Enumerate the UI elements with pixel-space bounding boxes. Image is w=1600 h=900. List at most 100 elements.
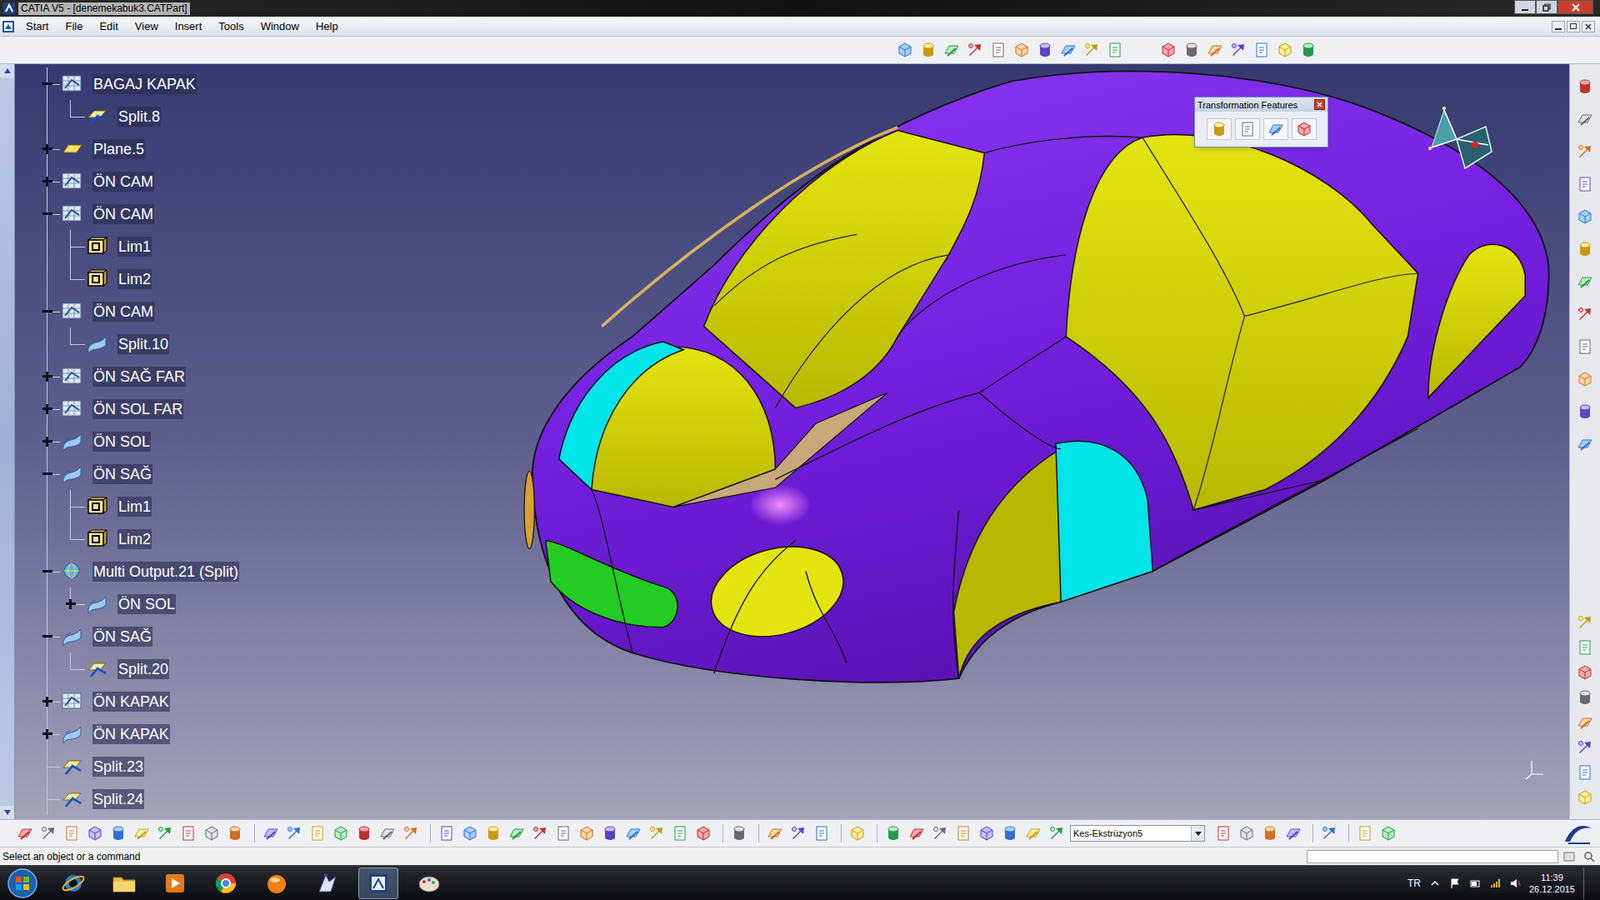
tool-icon[interactable] [953, 823, 974, 844]
taskbar-app[interactable] [53, 867, 94, 900]
menu-item[interactable]: Start [18, 18, 56, 35]
start-orb-icon[interactable] [6, 867, 39, 900]
volume-icon[interactable] [1509, 877, 1521, 890]
dropdown-arrow-icon[interactable] [1190, 825, 1205, 841]
tree-item[interactable]: ÖN SOL [15, 587, 1570, 620]
compass-icon[interactable] [1415, 101, 1499, 181]
tool-icon[interactable] [1046, 823, 1067, 844]
tool-icon[interactable] [155, 823, 175, 844]
surface-icon[interactable] [85, 333, 109, 355]
tool-icon[interactable] [1205, 40, 1225, 60]
tree-label[interactable]: Split.10 [117, 334, 170, 355]
network-icon[interactable] [1489, 877, 1501, 890]
tree-label[interactable]: ÖN SOL [92, 431, 151, 452]
tool-icon[interactable] [918, 40, 939, 60]
taskbar-app[interactable] [358, 867, 399, 900]
tool-icon[interactable] [1058, 40, 1079, 60]
tool-icon[interactable] [61, 823, 82, 844]
collapse-toggle[interactable] [41, 305, 53, 317]
show-desktop-button[interactable] [1583, 867, 1594, 900]
command-field[interactable] [1306, 850, 1559, 864]
tool-icon[interactable] [906, 823, 927, 844]
taskbar-app[interactable] [409, 867, 450, 900]
tree-item[interactable]: Plane.5 [15, 132, 1570, 165]
tool-icon[interactable] [1575, 109, 1595, 130]
taskbar-app[interactable] [205, 867, 246, 900]
tree-item[interactable]: ÖN CAM [15, 197, 1570, 230]
tool-icon[interactable] [811, 823, 832, 844]
tree-label[interactable]: Split.8 [117, 106, 161, 127]
surface-icon[interactable] [85, 593, 109, 615]
tool-icon[interactable] [131, 823, 152, 844]
tree-item[interactable]: Lim1 [15, 490, 1570, 523]
tree-label[interactable]: ÖN SOL FAR [92, 399, 184, 420]
tool-icon[interactable] [1575, 762, 1595, 783]
tool-icon[interactable] [646, 823, 667, 844]
expand-toggle[interactable] [41, 728, 53, 740]
expand-toggle[interactable] [41, 403, 53, 415]
scroll-down-icon[interactable] [3, 809, 12, 816]
clock[interactable]: 11:39 26.12.2015 [1529, 871, 1575, 895]
tool-icon[interactable] [976, 823, 997, 844]
body-icon[interactable] [85, 528, 109, 550]
split-icon[interactable] [85, 658, 109, 680]
tree-label[interactable]: BAGAJ KAPAK [92, 74, 197, 95]
tree-label[interactable]: ÖN KAPAK [92, 691, 170, 712]
tool-icon[interactable] [1575, 434, 1595, 455]
tool-icon[interactable] [1275, 40, 1295, 60]
tool-icon[interactable] [1319, 823, 1340, 844]
geometrical-set-icon[interactable] [60, 398, 84, 420]
menu-item[interactable]: View [127, 18, 166, 35]
tree-item[interactable]: Split.8 [15, 100, 1570, 133]
tool-icon[interactable] [1000, 823, 1020, 844]
tool-icon[interactable] [15, 823, 35, 844]
tree-label[interactable]: ÖN SAĞ FAR [92, 366, 186, 387]
surface-icon[interactable] [60, 625, 84, 647]
tool-icon[interactable] [506, 823, 527, 844]
tool-icon[interactable] [1575, 687, 1595, 708]
tool-icon[interactable] [483, 823, 504, 844]
tree-item[interactable]: ÖN CAM [15, 165, 1570, 198]
mdi-close-button[interactable] [1581, 20, 1595, 33]
tool-icon[interactable] [930, 823, 950, 844]
tree-item[interactable]: BAGAJ KAPAK [15, 67, 1570, 100]
geometrical-set-icon[interactable] [60, 170, 84, 192]
tool-icon[interactable] [108, 823, 129, 844]
tree-label[interactable]: Multi Output.21 (Split) [92, 561, 240, 582]
tool-icon[interactable] [1035, 40, 1055, 60]
media-player-icon[interactable] [161, 870, 189, 897]
tree-item[interactable]: Lim1 [15, 230, 1570, 263]
tool-icon[interactable] [1158, 40, 1179, 60]
tool-icon[interactable] [460, 823, 480, 844]
car-model[interactable] [15, 64, 1570, 820]
tree-label[interactable]: Split.24 [92, 789, 145, 810]
tool-icon[interactable] [1236, 823, 1257, 844]
tool-icon[interactable] [788, 823, 809, 844]
tree-item[interactable]: ÖN SAĞ FAR [15, 360, 1570, 393]
plane-icon[interactable] [60, 138, 84, 160]
catia-launcher-icon[interactable] [314, 870, 341, 897]
search-icon[interactable] [1583, 850, 1595, 863]
tool-icon[interactable] [1575, 141, 1595, 162]
tree-label[interactable]: ÖN SAĞ [92, 464, 153, 485]
menu-item[interactable]: Edit [91, 18, 125, 35]
tree-item[interactable]: Split.24 [15, 782, 1570, 815]
tree-item[interactable]: Split.10 [15, 327, 1570, 360]
tool-icon[interactable] [1575, 737, 1595, 758]
tool-icon[interactable] [1378, 823, 1399, 844]
tool-icon[interactable] [1575, 76, 1595, 97]
expand-toggle[interactable] [65, 598, 76, 610]
tree-label[interactable]: Lim2 [117, 269, 152, 290]
show-hidden-icons-icon[interactable] [1429, 877, 1441, 890]
tree-label[interactable]: Plane.5 [92, 139, 145, 160]
expand-toggle[interactable] [41, 370, 53, 382]
tool-icon[interactable] [623, 823, 644, 844]
tool-icon[interactable] [1355, 823, 1375, 844]
tool-icon[interactable] [765, 823, 785, 844]
surface-icon[interactable] [60, 463, 84, 485]
tool-icon[interactable] [284, 823, 305, 844]
3d-viewport[interactable]: BAGAJ KAPAKSplit.8Plane.5ÖN CAMÖN CAMLim… [15, 64, 1570, 820]
menu-item[interactable]: Tools [210, 18, 251, 35]
tool-icon[interactable] [1575, 271, 1595, 292]
tree-item[interactable]: ÖN SAĞ [15, 457, 1570, 490]
